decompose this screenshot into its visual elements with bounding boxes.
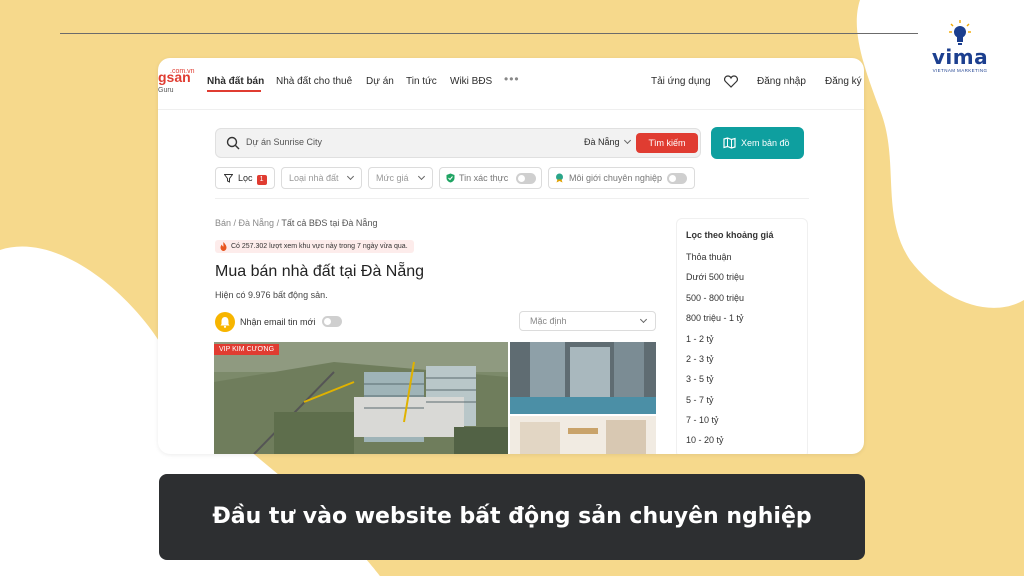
chevron-down-icon <box>417 172 426 181</box>
heart-icon[interactable] <box>724 75 738 88</box>
price-label: Mức giá <box>376 173 409 183</box>
broker-badge-icon <box>556 173 563 183</box>
verified-switch[interactable] <box>516 173 536 184</box>
result-count: Hiện có 9.976 bất động sản. <box>215 290 328 300</box>
price-range-item[interactable]: Dưới 500 triệu <box>686 272 744 282</box>
pro-broker-label: Môi giới chuyên nghiệp <box>569 173 662 183</box>
brand-logo[interactable]: gsan <box>158 70 191 84</box>
login-link[interactable]: Đăng nhập <box>757 76 806 87</box>
views-notice: Có 257.302 lượt xem khu vực này trong 7 … <box>215 240 414 253</box>
views-notice-text: Có 257.302 lượt xem khu vực này trong 7 … <box>231 243 408 250</box>
email-alert-label: Nhận email tin mới <box>240 317 316 327</box>
top-navigation: .com.vn gsan Guru Nhà đất bán Nhà đất ch… <box>158 58 864 110</box>
filter-button[interactable]: Lọc 1 <box>215 167 275 189</box>
filter-icon <box>224 174 233 183</box>
chevron-down-icon <box>346 172 355 181</box>
nav-item-nha-dat-cho-thue[interactable]: Nhà đất cho thuê <box>276 76 352 87</box>
filter-divider <box>215 198 809 199</box>
breadcrumb-current: Tất cả BĐS tại Đà Nẵng <box>281 218 378 228</box>
price-dropdown[interactable]: Mức giá <box>368 167 433 189</box>
building-photos <box>510 342 656 454</box>
logo-tagline: VIETNAM MARKETING <box>932 67 988 73</box>
price-range-item[interactable]: 3 - 5 tỷ <box>686 374 714 384</box>
breadcrumb: Bán / Đà Nẵng / Tất cả BĐS tại Đà Nẵng <box>215 218 378 228</box>
website-screenshot-card: .com.vn gsan Guru Nhà đất bán Nhà đất ch… <box>158 58 864 454</box>
verified-toggle[interactable]: Tin xác thực <box>439 167 542 189</box>
pro-broker-toggle[interactable]: Môi giới chuyên nghiệp <box>548 167 695 189</box>
price-range-item[interactable]: 5 - 7 tỷ <box>686 395 714 405</box>
sort-label: Mặc định <box>530 316 567 326</box>
breadcrumb-da-nang[interactable]: Đà Nẵng <box>239 218 275 228</box>
shield-check-icon <box>446 173 455 183</box>
city-select[interactable]: Đà Nẵng <box>584 136 631 147</box>
property-type-label: Loại nhà đất <box>289 173 339 183</box>
pro-broker-switch[interactable] <box>667 173 687 184</box>
top-divider-line <box>60 33 930 34</box>
email-alert-switch[interactable] <box>322 316 342 327</box>
nav-item-du-an[interactable]: Dự án <box>366 76 394 87</box>
chevron-down-icon <box>639 315 648 324</box>
nav-more-icon[interactable]: ••• <box>504 72 520 86</box>
breadcrumb-ban[interactable]: Bán <box>215 218 231 228</box>
download-app-link[interactable]: Tải ứng dụng <box>651 76 711 87</box>
price-range-item[interactable]: 500 - 800 triệu <box>686 293 744 303</box>
price-range-item[interactable]: 10 - 20 tỷ <box>686 435 724 445</box>
search-input[interactable]: Dự án Sunrise City <box>246 137 322 147</box>
bell-icon <box>220 317 230 328</box>
filter-count-badge: 1 <box>256 175 267 185</box>
view-map-label: Xem bản đồ <box>741 138 790 148</box>
price-range-item[interactable]: 7 - 10 tỷ <box>686 415 719 425</box>
verified-label: Tin xác thực <box>459 173 509 183</box>
view-map-button[interactable]: Xem bản đồ <box>711 127 804 159</box>
chevron-down-icon <box>623 136 631 145</box>
search-icon <box>226 136 240 150</box>
vip-tag: VIP KIM CƯƠNG <box>214 344 280 355</box>
register-link[interactable]: Đăng ký <box>825 76 862 87</box>
search-bar[interactable]: Dự án Sunrise City Đà Nẵng Tìm kiếm <box>215 128 701 158</box>
lightbulb-icon <box>949 19 971 45</box>
construction-photo <box>214 342 508 454</box>
logo-wordmark: vima <box>931 44 989 69</box>
page-title: Mua bán nhà đất tại Đà Nẵng <box>215 263 425 280</box>
city-select-label: Đà Nẵng <box>584 137 620 147</box>
price-range-item[interactable]: 2 - 3 tỷ <box>686 354 714 364</box>
sort-dropdown[interactable]: Mặc định <box>519 311 656 331</box>
map-icon <box>723 137 736 149</box>
price-range-item[interactable]: 1 - 2 tỷ <box>686 334 714 344</box>
price-range-panel: Lọc theo khoảng giá Thỏa thuận Dưới 500 … <box>676 218 808 454</box>
nav-item-tin-tuc[interactable]: Tin tức <box>406 76 437 87</box>
email-alert-icon-wrap <box>215 312 235 332</box>
nav-item-wiki-bds[interactable]: Wiki BĐS <box>450 76 492 87</box>
price-range-item[interactable]: Thỏa thuận <box>686 252 732 262</box>
fire-icon <box>220 242 227 251</box>
vima-logo: vima VIETNAM MARKETING <box>918 12 1002 80</box>
listing-main-image[interactable]: VIP KIM CƯƠNG <box>214 342 508 454</box>
property-type-dropdown[interactable]: Loại nhà đất <box>281 167 362 189</box>
listing-side-images[interactable] <box>510 342 656 454</box>
price-range-item[interactable]: 800 triệu - 1 tỷ <box>686 313 744 323</box>
brand-subtext: Guru <box>158 87 174 94</box>
price-range-title: Lọc theo khoảng giá <box>686 230 774 240</box>
nav-active-underline <box>207 90 261 92</box>
nav-item-nha-dat-ban[interactable]: Nhà đất bán <box>207 76 264 87</box>
caption-banner: Đầu tư vào website bất động sản chuyên n… <box>159 474 865 560</box>
search-button[interactable]: Tìm kiếm <box>636 133 698 153</box>
filter-label: Lọc <box>238 173 253 183</box>
